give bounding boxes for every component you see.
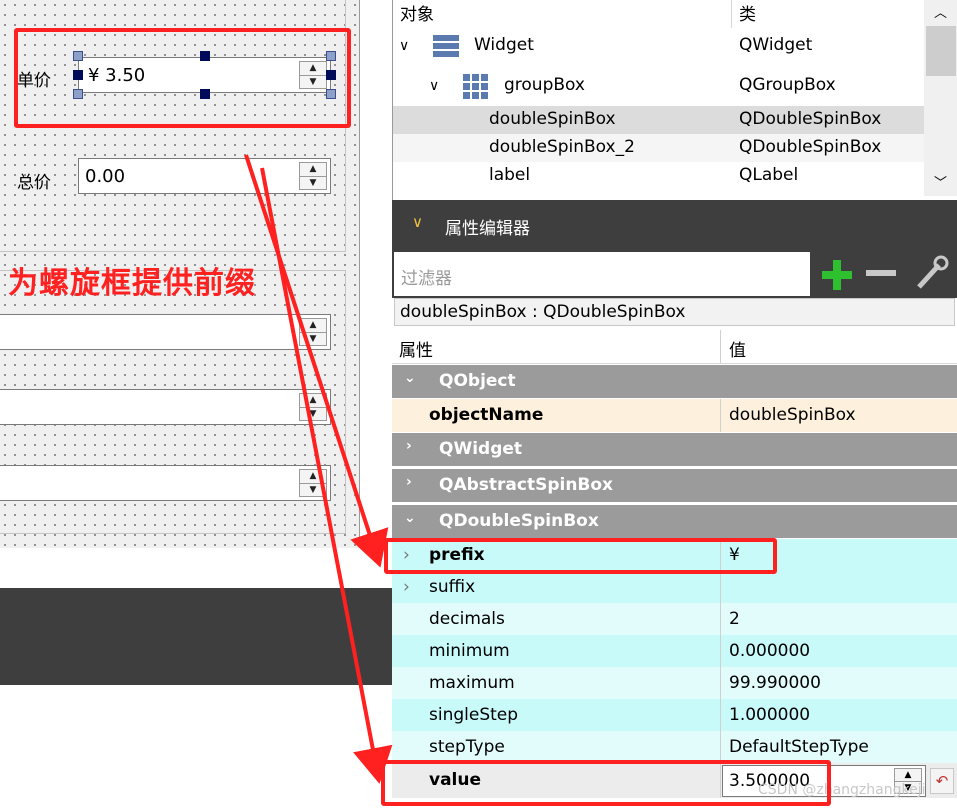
arrow-to-value: [260, 167, 393, 784]
arrow-to-prefix: [244, 154, 389, 568]
annotation-arrows: [244, 154, 393, 784]
